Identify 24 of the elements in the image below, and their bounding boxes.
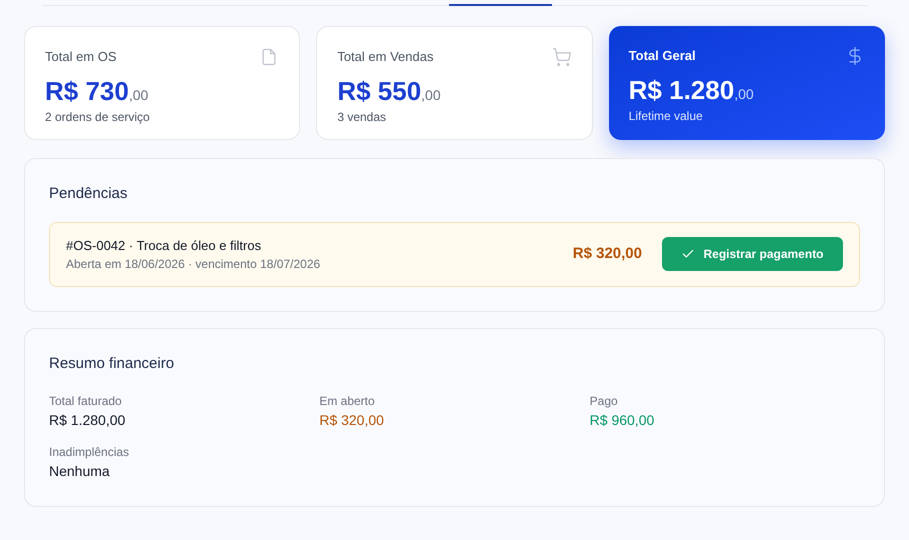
register-payment-button[interactable]: Registrar pagamento <box>662 237 843 272</box>
summary-label: Em aberto <box>319 392 376 410</box>
card-amount: R$ 1.280,00 <box>628 74 755 106</box>
pending-subtitle: Aberta em 18/06/2026 · vencimento 18/07/2026 <box>66 256 322 273</box>
summary-value: R$ 1.280,00 <box>49 410 126 430</box>
summary-label: Inadimplências <box>49 444 130 460</box>
card-amount: R$ 550,00 <box>337 75 442 108</box>
section-title: Resumo financeiro <box>49 354 176 374</box>
summary-value: R$ 960,00 <box>590 410 656 430</box>
summary-label: Pago <box>590 392 619 410</box>
card-caption: Lifetime value <box>628 108 704 124</box>
card-title: Total Geral <box>628 47 696 65</box>
pending-amount: R$ 320,00 <box>572 244 642 264</box>
card-title: Total em OS <box>45 48 117 66</box>
cart-icon <box>552 47 572 67</box>
card-title: Total em Vendas <box>337 48 434 66</box>
summary-label: Total faturado <box>49 392 123 410</box>
pending-title: #OS-0042 · Troca de óleo e filtros <box>66 236 262 254</box>
section-title: Pendências <box>49 184 128 204</box>
card-caption: 3 vendas <box>337 108 388 126</box>
card-amount: R$ 730,00 <box>45 75 150 108</box>
summary-value: R$ 320,00 <box>319 410 385 430</box>
summary-value: Nenhuma <box>49 462 111 480</box>
card-caption: 2 ordens de serviço <box>45 108 151 126</box>
